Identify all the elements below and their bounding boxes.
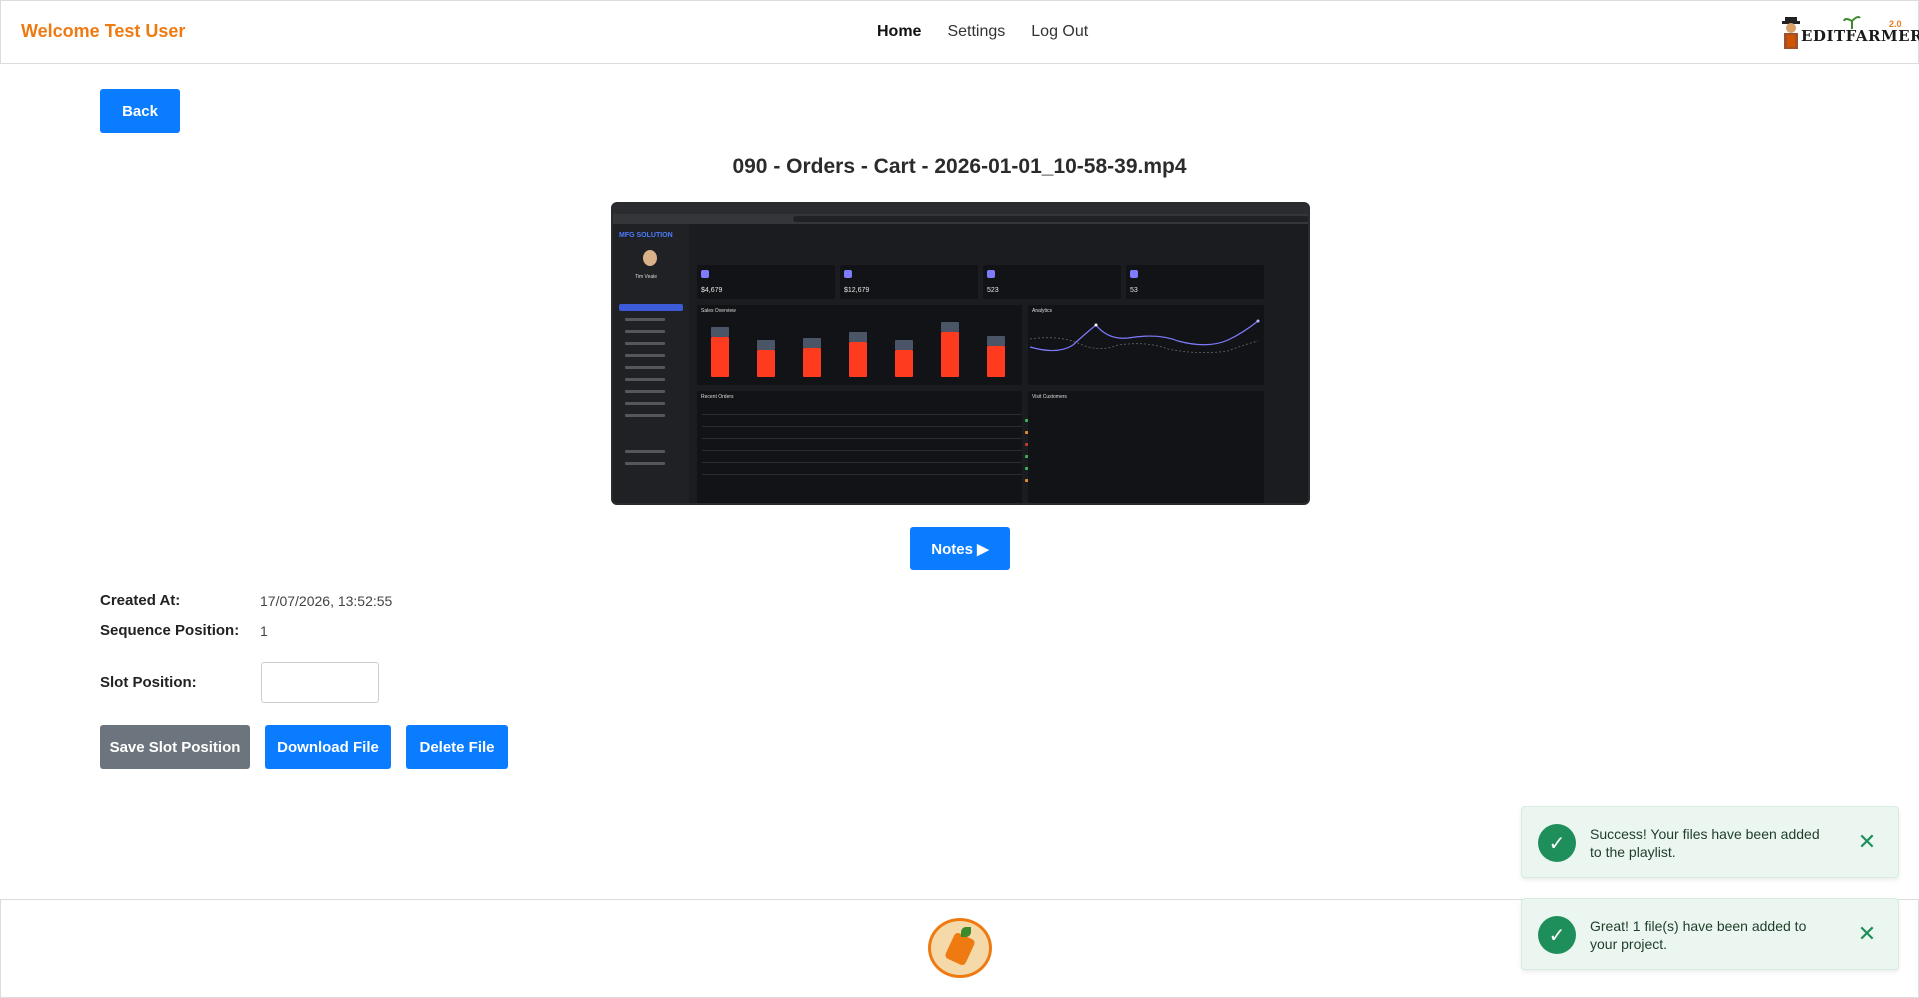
preview-url-field — [793, 216, 1308, 222]
created-at-label: Created At: — [100, 592, 181, 609]
sales-bar — [987, 346, 1005, 377]
welcome-text: Welcome Test User — [21, 21, 186, 41]
toast-message: Success! Your files have been added to t… — [1590, 826, 1820, 860]
sales-bar-cap — [941, 322, 959, 333]
stat-icon — [701, 270, 709, 278]
logo-version: 2.0 — [1889, 19, 1902, 29]
preview-menu-active — [619, 304, 683, 311]
sales-bar — [895, 350, 913, 377]
slot-position-input[interactable] — [261, 662, 379, 703]
preview-tabbar — [613, 204, 1308, 214]
order-row-divider — [702, 462, 1022, 463]
sales-bar — [757, 350, 775, 377]
top-header: Welcome Test User Home Settings Log Out … — [0, 0, 1919, 64]
stat-icon — [844, 270, 852, 278]
file-title: 090 - Orders - Cart - 2026-01-01_10-58-3… — [732, 155, 1187, 178]
logo-text: EDITFARMER — [1801, 27, 1919, 45]
visit-title: Visit Customers — [1032, 394, 1067, 400]
close-icon[interactable]: ✕ — [1852, 919, 1882, 949]
sales-bar — [941, 332, 959, 377]
preview-visit-card: Visit Customers — [1028, 391, 1264, 503]
stat-value: 53 — [1130, 287, 1138, 294]
carrot-shape — [944, 931, 976, 967]
stat-value: $4,679 — [701, 287, 723, 294]
sales-bar-cap — [895, 340, 913, 351]
preview-stat-card: $12,679 — [840, 265, 978, 299]
preview-menu-item — [625, 318, 665, 321]
analytics-line — [1029, 319, 1260, 353]
order-row-divider — [702, 438, 1022, 439]
sprout-icon — [1843, 16, 1861, 29]
main-nav: Home Settings Log Out — [877, 23, 1088, 41]
preview-stat-card: $4,679 — [697, 265, 835, 299]
sales-bar — [849, 342, 867, 377]
nav-home[interactable]: Home — [877, 23, 921, 41]
sequence-position-value: 1 — [260, 623, 268, 639]
stat-value: $12,679 — [844, 287, 870, 294]
stat-icon — [987, 270, 995, 278]
sequence-position-label: Sequence Position: — [100, 622, 240, 639]
preview-sales-card: Sales Overview — [697, 305, 1022, 385]
carrot-leaf — [961, 927, 971, 937]
order-row-divider — [702, 450, 1022, 451]
delete-file-button[interactable]: Delete File — [406, 725, 508, 769]
preview-brand: MFG SOLUTION — [619, 232, 673, 239]
preview-menu-item — [625, 450, 665, 453]
sales-bar-cap — [803, 337, 821, 348]
orders-title: Recent Orders — [701, 394, 734, 400]
check-circle-icon: ✓ — [1538, 824, 1576, 862]
nav-logout[interactable]: Log Out — [1031, 23, 1088, 41]
footer-carrot-logo-icon[interactable] — [928, 918, 992, 978]
page: Welcome Test User Home Settings Log Out … — [0, 0, 1919, 998]
preview-stat-card: 53 — [1126, 265, 1264, 299]
save-slot-position-button[interactable]: Save Slot Position — [100, 725, 250, 769]
preview-orders-card: Recent Orders — [697, 391, 1022, 503]
farmer-mascot-icon — [1782, 17, 1800, 49]
nav-settings[interactable]: Settings — [947, 23, 1005, 41]
preview-menu-item — [625, 330, 665, 333]
preview-analytics-card: Analytics — [1028, 305, 1264, 385]
preview-menu-item — [625, 462, 665, 465]
preview-menu-item — [625, 414, 665, 417]
stat-value: 523 — [987, 287, 999, 294]
preview-avatar — [643, 250, 657, 266]
preview-menu-item — [625, 390, 665, 393]
video-preview[interactable]: MFG SOLUTION Tim Veale $4,679 $12,679 52… — [611, 202, 1310, 505]
sales-bar — [803, 347, 821, 377]
preview-stat-card: 523 — [983, 265, 1121, 299]
download-file-button[interactable]: Download File — [265, 725, 391, 769]
preview-user-name: Tim Veale — [635, 274, 658, 280]
close-icon[interactable]: ✕ — [1852, 827, 1882, 857]
stat-icon — [1130, 270, 1138, 278]
order-row-divider — [702, 426, 1022, 427]
preview-menu-item — [625, 402, 665, 405]
check-circle-icon: ✓ — [1538, 916, 1576, 954]
slot-position-label: Slot Position: — [100, 674, 197, 691]
sales-title: Sales Overview — [701, 308, 736, 314]
preview-menu-item — [625, 354, 665, 357]
sales-bar — [711, 336, 729, 377]
notes-button[interactable]: Notes ▶ — [910, 527, 1010, 570]
sales-bar-cap — [987, 336, 1005, 347]
success-toast: ✓ Success! Your files have been added to… — [1521, 806, 1899, 878]
preview-menu-item — [625, 342, 665, 345]
preview-menu-item — [625, 366, 665, 369]
toast-message: Great! 1 file(s) have been added to your… — [1590, 918, 1807, 952]
sales-bar-cap — [711, 326, 729, 337]
editfarmer-logo[interactable]: EDITFARMER 2.0 — [1779, 15, 1919, 53]
created-at-value: 17/07/2026, 13:52:55 — [260, 593, 393, 609]
success-toast: ✓ Great! 1 file(s) have been added to yo… — [1521, 898, 1899, 970]
back-button[interactable]: Back — [100, 89, 180, 133]
sales-bar-cap — [849, 332, 867, 343]
order-row-divider — [702, 414, 1022, 415]
order-row-divider — [702, 474, 1022, 475]
sales-bar-cap — [757, 340, 775, 351]
preview-menu-item — [625, 378, 665, 381]
